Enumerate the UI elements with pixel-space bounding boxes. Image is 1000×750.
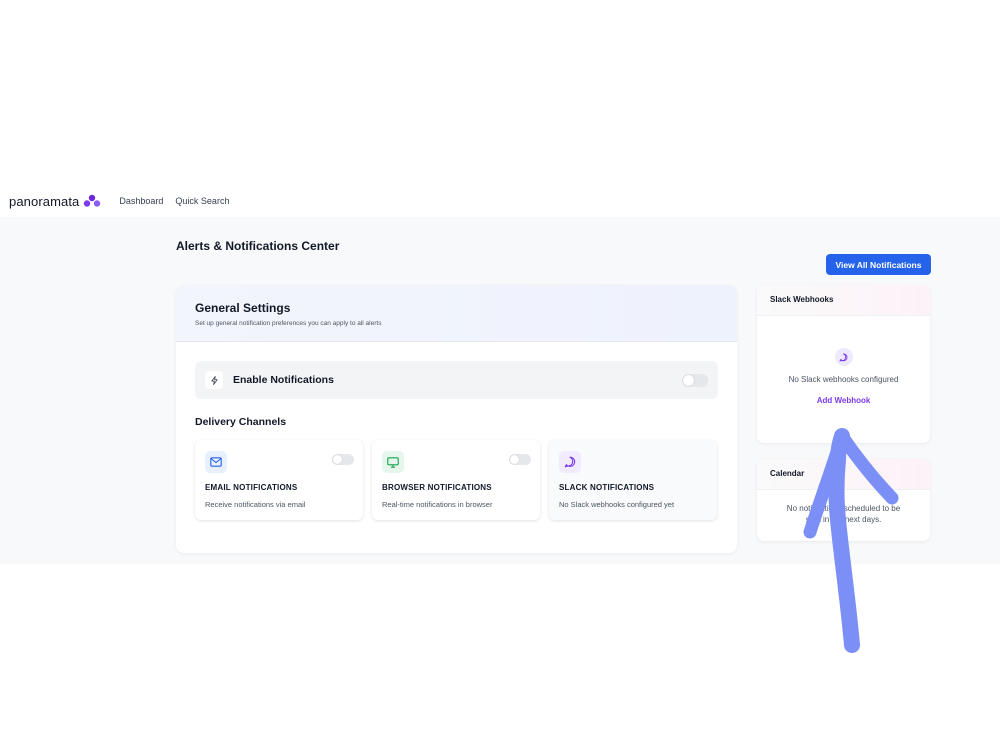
general-settings-subtitle: Set up general notification preferences … bbox=[195, 320, 382, 327]
browser-channel-card[interactable]: BROWSER NOTIFICATIONS Real-time notifica… bbox=[372, 440, 540, 520]
brand-mark-icon bbox=[84, 194, 101, 207]
page: panoramata Dashboard Quick Search Alerts… bbox=[0, 0, 1000, 750]
mail-icon bbox=[205, 451, 227, 473]
email-channel-card[interactable]: EMAIL NOTIFICATIONS Receive notification… bbox=[195, 440, 363, 520]
nav-links: Dashboard Quick Search bbox=[119, 196, 241, 206]
bolt-icon bbox=[205, 371, 223, 389]
toggle-knob bbox=[510, 455, 519, 464]
general-settings-card: General Settings Set up general notifica… bbox=[176, 285, 737, 553]
slack-channel-card: SLACK NOTIFICATIONS No Slack webhooks co… bbox=[549, 440, 717, 520]
slack-webhooks-empty-text: No Slack webhooks configured bbox=[788, 375, 899, 384]
view-all-notifications-button[interactable]: View All Notifications bbox=[826, 254, 931, 275]
calendar-empty-text: No notifications scheduled to be sent in… bbox=[757, 490, 930, 525]
top-nav: panoramata Dashboard Quick Search bbox=[0, 186, 1000, 216]
general-settings-header: General Settings Set up general notifica… bbox=[176, 285, 737, 342]
slack-channel-description: No Slack webhooks configured yet bbox=[559, 500, 675, 509]
enable-notifications-toggle[interactable] bbox=[682, 374, 708, 387]
chat-icon bbox=[834, 348, 853, 366]
add-webhook-button[interactable]: Add Webhook bbox=[817, 396, 871, 405]
calendar-title: Calendar bbox=[757, 459, 930, 490]
email-channel-title: EMAIL NOTIFICATIONS bbox=[205, 483, 298, 492]
brand-logo[interactable]: panoramata bbox=[9, 194, 102, 209]
browser-channel-description: Real-time notifications in browser bbox=[382, 500, 493, 509]
monitor-icon bbox=[382, 451, 404, 473]
calendar-empty-line-1: No notifications scheduled to be bbox=[786, 504, 901, 513]
email-channel-toggle[interactable] bbox=[332, 454, 354, 465]
chat-icon bbox=[559, 451, 581, 473]
slack-webhooks-title: Slack Webhooks bbox=[757, 285, 930, 316]
slack-channel-title: SLACK NOTIFICATIONS bbox=[559, 483, 655, 492]
toggle-knob bbox=[683, 375, 694, 386]
nav-link-quick-search[interactable]: Quick Search bbox=[175, 196, 229, 206]
slack-webhooks-card: Slack Webhooks No Slack webhooks configu… bbox=[757, 285, 930, 443]
delivery-channels-title: Delivery Channels bbox=[195, 416, 287, 428]
toggle-knob bbox=[333, 455, 342, 464]
brand-name: panoramata bbox=[9, 193, 80, 209]
calendar-empty-line-2: sent in the next days. bbox=[805, 515, 882, 524]
calendar-card: Calendar No notifications scheduled to b… bbox=[757, 459, 930, 541]
enable-notifications-row: Enable Notifications bbox=[195, 361, 718, 399]
browser-channel-toggle[interactable] bbox=[509, 454, 531, 465]
nav-link-dashboard[interactable]: Dashboard bbox=[119, 196, 163, 206]
email-channel-description: Receive notifications via email bbox=[205, 500, 306, 509]
page-title: Alerts & Notifications Center bbox=[176, 239, 340, 253]
browser-channel-title: BROWSER NOTIFICATIONS bbox=[382, 483, 492, 492]
general-settings-title: General Settings bbox=[195, 301, 291, 315]
enable-notifications-label: Enable Notifications bbox=[233, 374, 334, 386]
